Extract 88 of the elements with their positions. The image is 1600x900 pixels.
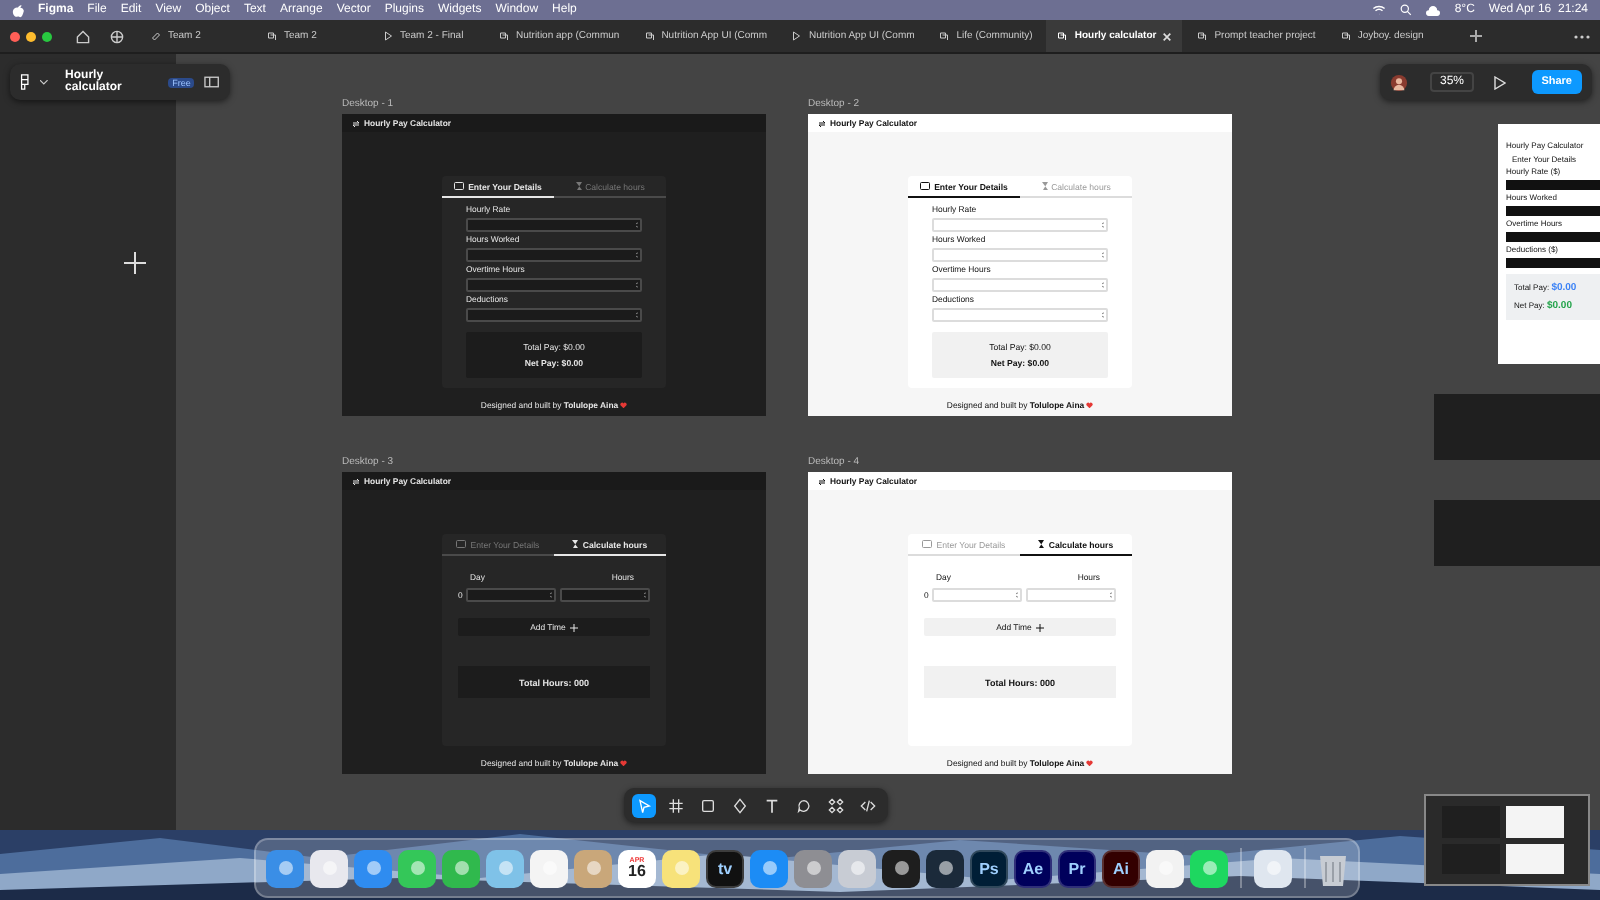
app-icon[interactable]	[838, 849, 876, 887]
hourglass-icon	[575, 182, 582, 190]
globe-icon[interactable]	[110, 29, 124, 43]
copy-icon	[938, 30, 951, 42]
number-field[interactable]	[1506, 257, 1600, 267]
app-icon[interactable]	[266, 849, 304, 887]
tool-button[interactable]	[632, 793, 656, 817]
card-icon	[922, 540, 933, 548]
apple-icon[interactable]	[12, 3, 24, 17]
plus-icon	[569, 623, 578, 631]
number-field[interactable]	[1506, 231, 1600, 241]
number-field[interactable]	[466, 247, 642, 261]
play-icon	[790, 30, 803, 42]
app-icon[interactable]: Ps	[970, 849, 1008, 887]
avatar-icon[interactable]	[1390, 73, 1408, 91]
sidebar-toggle-icon[interactable]	[204, 76, 220, 88]
caret-icon	[39, 79, 48, 85]
figma-menu-icon[interactable]	[20, 74, 30, 90]
tool-button[interactable]	[728, 793, 752, 817]
home-icon[interactable]	[76, 29, 90, 43]
card-icon	[454, 182, 465, 190]
swap-icon	[818, 119, 826, 127]
copy-icon	[1056, 30, 1069, 42]
search-icon[interactable]	[1400, 4, 1413, 16]
copy-icon	[1339, 30, 1352, 42]
app-icon[interactable]	[398, 849, 436, 887]
copy-icon	[643, 30, 656, 42]
copy-icon	[498, 30, 510, 42]
heart-icon	[620, 401, 628, 409]
heart-icon	[620, 759, 628, 767]
day-field[interactable]	[466, 588, 557, 602]
cloud-icon	[1426, 5, 1441, 15]
frame-icon	[668, 797, 684, 813]
app-icon[interactable]: Pr	[1058, 849, 1096, 887]
more-icon[interactable]	[1574, 33, 1590, 39]
play-icon[interactable]	[1494, 75, 1507, 89]
heart-icon	[1086, 401, 1094, 409]
app-icon[interactable]	[442, 849, 480, 887]
number-field[interactable]	[1506, 205, 1600, 215]
cursor-icon	[636, 797, 652, 813]
plus-icon[interactable]	[1469, 30, 1482, 42]
plus-icon	[1035, 623, 1044, 631]
tool-button[interactable]	[664, 793, 688, 817]
code-icon	[860, 797, 876, 813]
app-icon[interactable]	[750, 849, 788, 887]
heart-icon	[1086, 759, 1094, 767]
tool-button[interactable]	[824, 793, 848, 817]
copy-icon	[1196, 30, 1209, 42]
hourglass-icon	[1038, 540, 1045, 548]
app-icon[interactable]: Ae	[1014, 849, 1052, 887]
play-icon	[382, 30, 394, 42]
app-icon[interactable]: Ai	[1102, 849, 1140, 887]
copy-icon	[266, 30, 278, 42]
app-icon[interactable]	[1254, 849, 1292, 887]
minimize-window-button[interactable]	[26, 31, 36, 41]
swap-icon	[818, 477, 826, 485]
crosshair-cursor-icon	[124, 252, 146, 274]
swap-icon	[352, 119, 360, 127]
number-field[interactable]	[466, 307, 642, 321]
card-icon	[920, 182, 931, 190]
app-icon[interactable]	[354, 849, 392, 887]
app-icon[interactable]	[882, 849, 920, 887]
components-icon	[828, 797, 844, 813]
app-icon[interactable]	[926, 849, 964, 887]
number-field[interactable]	[1506, 179, 1600, 189]
close-window-button[interactable]	[10, 31, 20, 41]
app-icon[interactable]	[310, 849, 348, 887]
hourglass-icon	[572, 540, 579, 548]
app-icon[interactable]	[530, 849, 568, 887]
wifi-icon[interactable]	[1372, 4, 1387, 16]
number-field[interactable]	[466, 217, 642, 231]
close-icon[interactable]	[1162, 31, 1173, 41]
app-icon[interactable]	[1190, 849, 1228, 887]
app-icon[interactable]	[794, 849, 832, 887]
app-icon[interactable]	[486, 849, 524, 887]
text-tool-icon	[764, 797, 780, 813]
rectangle-icon	[700, 797, 716, 813]
comment-icon	[796, 797, 812, 813]
number-field[interactable]	[466, 277, 642, 291]
swap-icon	[352, 477, 360, 485]
hourglass-icon	[1041, 182, 1048, 190]
app-icon[interactable]	[574, 849, 612, 887]
app-icon[interactable]	[662, 849, 700, 887]
app-icon[interactable]	[1146, 849, 1184, 887]
hours-field[interactable]	[560, 588, 650, 602]
card-icon	[456, 540, 467, 548]
zoom-window-button[interactable]	[42, 31, 52, 41]
app-icon[interactable]: tv	[706, 849, 744, 887]
